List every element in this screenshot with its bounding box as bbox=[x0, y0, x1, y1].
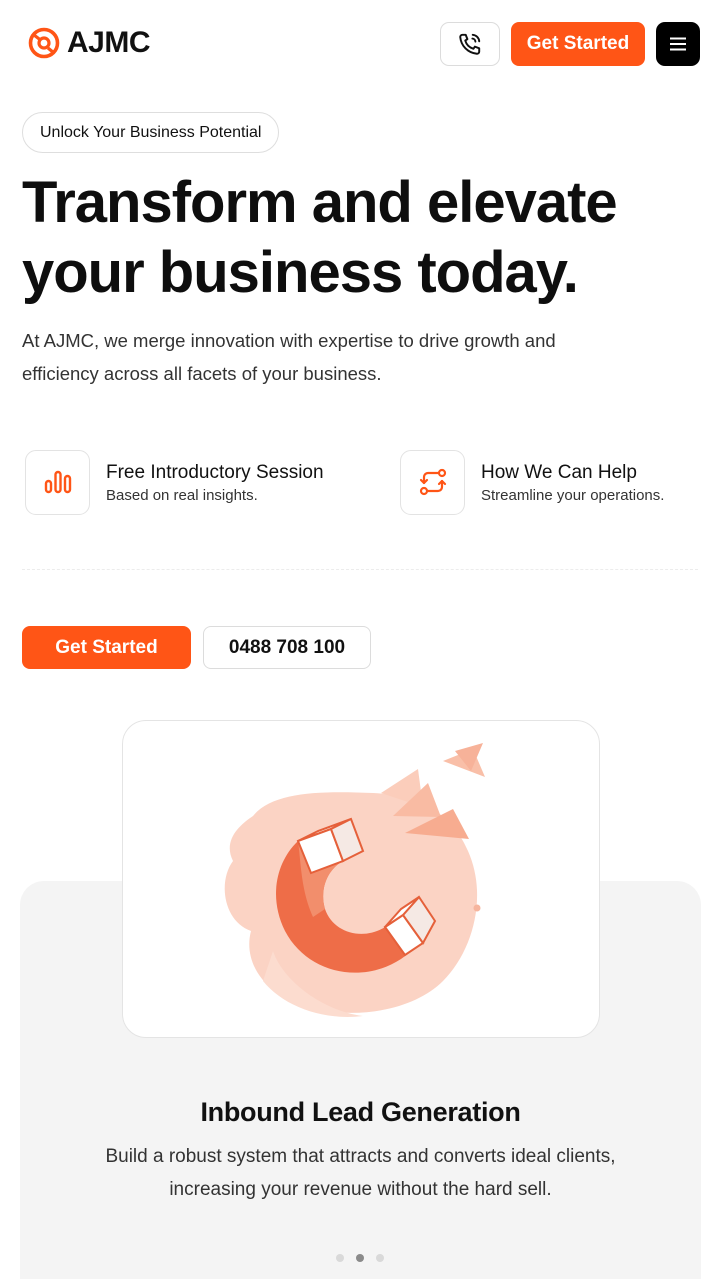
site-header: AJMC Get Started bbox=[0, 0, 720, 90]
feature-subtitle: Streamline your operations. bbox=[481, 486, 665, 504]
carousel-dot-2[interactable] bbox=[356, 1254, 364, 1262]
menu-button[interactable] bbox=[656, 22, 700, 66]
hero-title-line-2: your business today. bbox=[22, 240, 579, 305]
call-button[interactable] bbox=[440, 22, 500, 66]
bar-chart-icon bbox=[44, 470, 71, 494]
get-started-cta-button[interactable]: Get Started bbox=[22, 626, 191, 669]
feature-how-we-help: How We Can Help Streamline your operatio… bbox=[400, 449, 664, 515]
feature-free-session: Free Introductory Session Based on real … bbox=[25, 449, 324, 515]
hero-badge: Unlock Your Business Potential bbox=[22, 112, 280, 153]
carousel-dot-1[interactable] bbox=[336, 1254, 344, 1262]
carousel-dot-3[interactable] bbox=[376, 1254, 384, 1262]
section-divider bbox=[22, 569, 698, 570]
service-illustration-card bbox=[122, 720, 600, 1038]
feature-title: Free Introductory Session bbox=[106, 461, 324, 483]
phone-number-button[interactable]: 0488 708 100 bbox=[203, 626, 371, 669]
feature-icon-box bbox=[400, 449, 465, 515]
hamburger-menu-icon bbox=[670, 37, 686, 51]
brand-name: AJMC bbox=[67, 26, 151, 59]
feature-title: How We Can Help bbox=[481, 461, 637, 483]
service-description: Build a robust system that attracts and … bbox=[105, 1146, 616, 1200]
logo[interactable]: AJMC bbox=[27, 26, 151, 60]
hero-title-line-1: Transform and elevate bbox=[22, 170, 618, 235]
hero-title: Transform and elevate your business toda… bbox=[22, 168, 702, 308]
feature-subtitle: Based on real insights. bbox=[106, 486, 258, 504]
carousel-dots bbox=[0, 1254, 720, 1262]
route-arrows-icon bbox=[419, 468, 446, 496]
service-title: Inbound Lead Generation bbox=[200, 1097, 521, 1127]
hero-description: At AJMC, we merge innovation with expert… bbox=[22, 330, 556, 384]
feature-icon-box bbox=[25, 449, 90, 515]
phone-icon bbox=[459, 33, 481, 55]
logo-mark-icon bbox=[28, 27, 60, 59]
magnet-icon bbox=[224, 743, 485, 1017]
get-started-button[interactable]: Get Started bbox=[511, 22, 645, 66]
